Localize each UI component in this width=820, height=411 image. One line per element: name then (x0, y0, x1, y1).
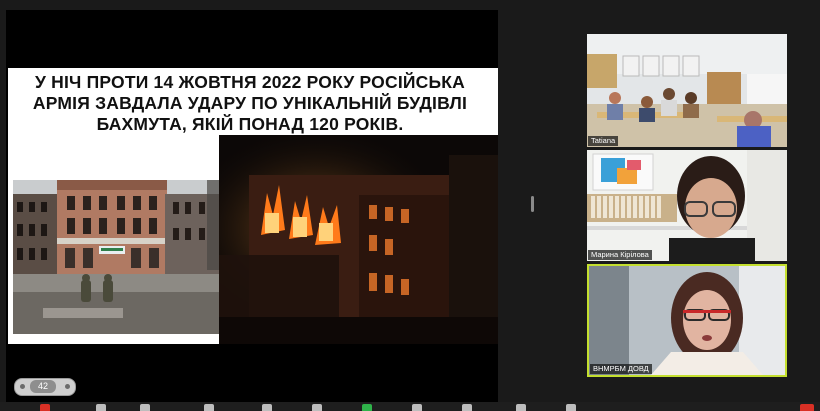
record-icon[interactable] (412, 404, 422, 411)
share-screen-icon[interactable] (362, 404, 372, 411)
participant-tile-active-speaker[interactable]: ВНМРБМ ДОВД (587, 264, 787, 377)
participant-name: ВНМРБМ ДОВД (590, 364, 652, 374)
leave-icon[interactable] (800, 404, 814, 411)
participant-name: Марина Кірілова (588, 250, 652, 260)
ruined-building-photo (13, 180, 219, 334)
participant-name: Tatiana (588, 136, 619, 146)
meeting-toolbar (0, 402, 820, 411)
video-icon[interactable] (96, 404, 106, 411)
slide-page-indicator[interactable]: 42 (14, 378, 76, 396)
more-icon[interactable] (566, 404, 576, 411)
burning-building-photo (219, 135, 498, 344)
apps-icon[interactable] (516, 404, 526, 411)
prev-page-icon[interactable] (20, 384, 25, 389)
next-page-icon[interactable] (65, 384, 70, 389)
slide-title-line-1: У НІЧ ПРОТИ 14 ЖОВТНЯ 2022 РОКУ РОСІЙСЬК… (34, 72, 465, 92)
share-icon[interactable] (312, 404, 322, 411)
slide-title-line-2: АРМІЯ ЗАВДАЛА УДАРУ ПО УНІКАЛЬНІЙ БУДІВЛ… (32, 93, 468, 113)
participant-tile[interactable]: Марина Кірілова (587, 150, 787, 261)
slide-title: У НІЧ ПРОТИ 14 ЖОВТНЯ 2022 РОКУ РОСІЙСЬК… (30, 72, 470, 135)
chat-icon[interactable] (262, 404, 272, 411)
page-number: 42 (30, 380, 56, 393)
participant-tile[interactable]: Tatiana (587, 34, 787, 147)
slide-title-line-3: БАХМУТА, ЯКІЙ ПОНАД 120 РОКІВ. (96, 114, 404, 134)
mic-icon[interactable] (40, 404, 50, 411)
reactions-icon[interactable] (462, 404, 472, 411)
gallery-scroll-handle[interactable] (531, 196, 534, 212)
security-icon[interactable] (140, 404, 150, 411)
participants-icon[interactable] (204, 404, 214, 411)
